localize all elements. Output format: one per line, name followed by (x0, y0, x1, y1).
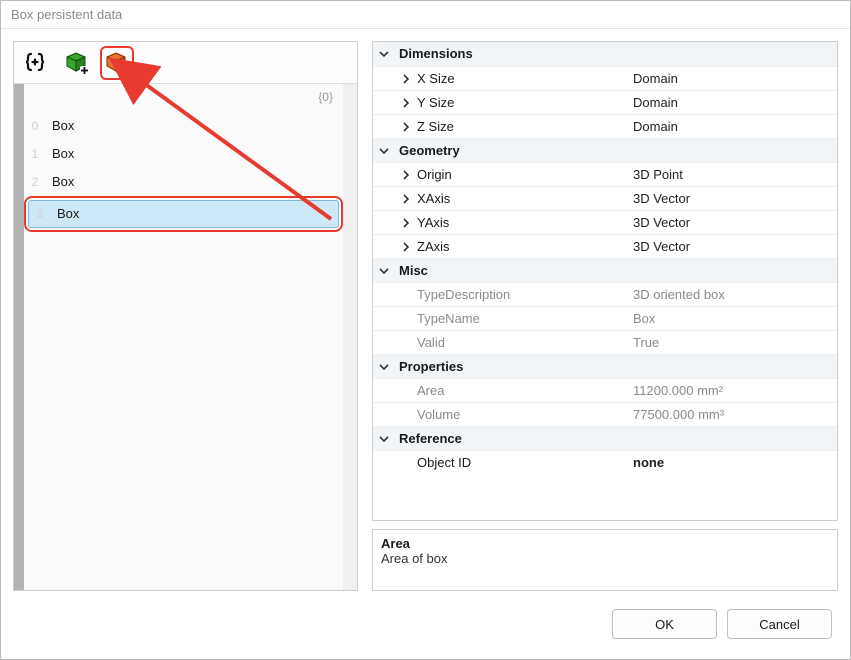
list-item[interactable]: 1 Box (24, 140, 343, 168)
cancel-button[interactable]: Cancel (727, 609, 832, 639)
prop-group-misc[interactable]: Misc (373, 258, 837, 282)
prop-label: Z Size (417, 115, 625, 138)
prop-group-label: Reference (395, 427, 603, 450)
braces-plus-icon (24, 50, 50, 76)
toolbar (14, 42, 357, 84)
prop-row[interactable]: ZAxis 3D Vector (373, 234, 837, 258)
list-label: Box (51, 201, 338, 227)
prop-value: Domain (625, 67, 837, 90)
chevron-right-icon (395, 187, 417, 210)
prop-value: 3D Vector (625, 187, 837, 210)
prop-row[interactable]: TypeDescription 3D oriented box (373, 282, 837, 306)
dialog-window: Box persistent data (0, 0, 851, 660)
prop-group-geometry[interactable]: Geometry (373, 138, 837, 162)
chevron-right-icon (395, 235, 417, 258)
braces-plus-button[interactable] (20, 46, 54, 80)
list-caption: {0} (318, 90, 333, 104)
chevron-down-icon (373, 355, 395, 378)
prop-value: 3D Point (625, 163, 837, 186)
prop-value: none (625, 451, 837, 474)
chevron-down-icon (373, 139, 395, 162)
prop-row[interactable]: Object ID none (373, 450, 837, 474)
list-item[interactable]: 0 Box (24, 112, 343, 140)
chevron-down-icon (373, 42, 395, 66)
prop-value: 77500.000 mm³ (625, 403, 837, 426)
prop-label: TypeDescription (417, 283, 625, 306)
list-body: 0 Box 1 Box 2 Box 3 (24, 112, 343, 590)
prop-value: True (625, 331, 837, 354)
footer: OK Cancel (13, 601, 838, 647)
description-title: Area (381, 536, 829, 551)
prop-value: Domain (625, 115, 837, 138)
prop-row[interactable]: Volume 77500.000 mm³ (373, 402, 837, 426)
prop-row[interactable]: Z Size Domain (373, 114, 837, 138)
ok-button[interactable]: OK (612, 609, 717, 639)
right-pane: Dimensions X Size Domain Y Size Domain (372, 41, 838, 591)
list-item-selected[interactable]: 3 Box (24, 196, 343, 232)
prop-value: 3D Vector (625, 235, 837, 258)
list-item[interactable]: 2 Box (24, 168, 343, 196)
prop-row[interactable]: TypeName Box (373, 306, 837, 330)
prop-row[interactable]: Origin 3D Point (373, 162, 837, 186)
prop-row[interactable]: X Size Domain (373, 66, 837, 90)
prop-label: Volume (417, 403, 625, 426)
description-panel: Area Area of box (372, 529, 838, 591)
property-grid[interactable]: Dimensions X Size Domain Y Size Domain (372, 41, 838, 521)
delete-box-icon (104, 50, 130, 76)
scrollbar-track[interactable] (343, 84, 357, 590)
prop-row[interactable]: YAxis 3D Vector (373, 210, 837, 234)
description-text: Area of box (381, 551, 829, 566)
list-index: 1 (24, 147, 46, 161)
delete-box-button[interactable] (100, 46, 134, 80)
prop-value: 11200.000 mm² (625, 379, 837, 402)
list-index: 0 (24, 119, 46, 133)
chevron-down-icon (373, 259, 395, 282)
prop-label: X Size (417, 67, 625, 90)
prop-row[interactable]: XAxis 3D Vector (373, 186, 837, 210)
prop-group-value (603, 42, 837, 66)
prop-group-label: Properties (395, 355, 603, 378)
prop-group-reference[interactable]: Reference (373, 426, 837, 450)
chevron-right-icon (395, 115, 417, 138)
prop-value: 3D oriented box (625, 283, 837, 306)
prop-row[interactable]: Area 11200.000 mm² (373, 378, 837, 402)
prop-value: Domain (625, 91, 837, 114)
prop-label: Y Size (417, 91, 625, 114)
add-box-icon (64, 50, 90, 76)
chevron-right-icon (395, 163, 417, 186)
prop-label: Valid (417, 331, 625, 354)
prop-value: 3D Vector (625, 211, 837, 234)
chevron-right-icon (395, 67, 417, 90)
chevron-right-icon (395, 211, 417, 234)
prop-label: ZAxis (417, 235, 625, 258)
list-label: Box (46, 169, 343, 195)
prop-label: XAxis (417, 187, 625, 210)
list-index: 3 (29, 207, 51, 221)
prop-group-properties[interactable]: Properties (373, 354, 837, 378)
prop-row[interactable]: Valid True (373, 330, 837, 354)
prop-label: YAxis (417, 211, 625, 234)
prop-group-label: Misc (395, 259, 603, 282)
dialog-body: {0} 0 Box 1 Box 2 Box (1, 29, 850, 659)
list-label: Box (46, 141, 343, 167)
prop-row[interactable]: Y Size Domain (373, 90, 837, 114)
prop-group-label: Geometry (395, 139, 603, 162)
prop-label: Origin (417, 163, 625, 186)
list-label: Box (46, 113, 343, 139)
prop-group-dimensions[interactable]: Dimensions (373, 42, 837, 66)
prop-label: Object ID (417, 451, 625, 474)
chevron-right-icon (395, 91, 417, 114)
window-title: Box persistent data (1, 1, 850, 29)
chevron-down-icon (373, 427, 395, 450)
prop-group-label: Dimensions (395, 42, 603, 66)
prop-label: TypeName (417, 307, 625, 330)
left-pane: {0} 0 Box 1 Box 2 Box (13, 41, 358, 591)
prop-label: Area (417, 379, 625, 402)
list-index: 2 (24, 175, 46, 189)
list-gutter (14, 84, 24, 590)
panes: {0} 0 Box 1 Box 2 Box (13, 41, 838, 591)
prop-value: Box (625, 307, 837, 330)
list-container: {0} 0 Box 1 Box 2 Box (14, 84, 357, 590)
add-box-button[interactable] (60, 46, 94, 80)
